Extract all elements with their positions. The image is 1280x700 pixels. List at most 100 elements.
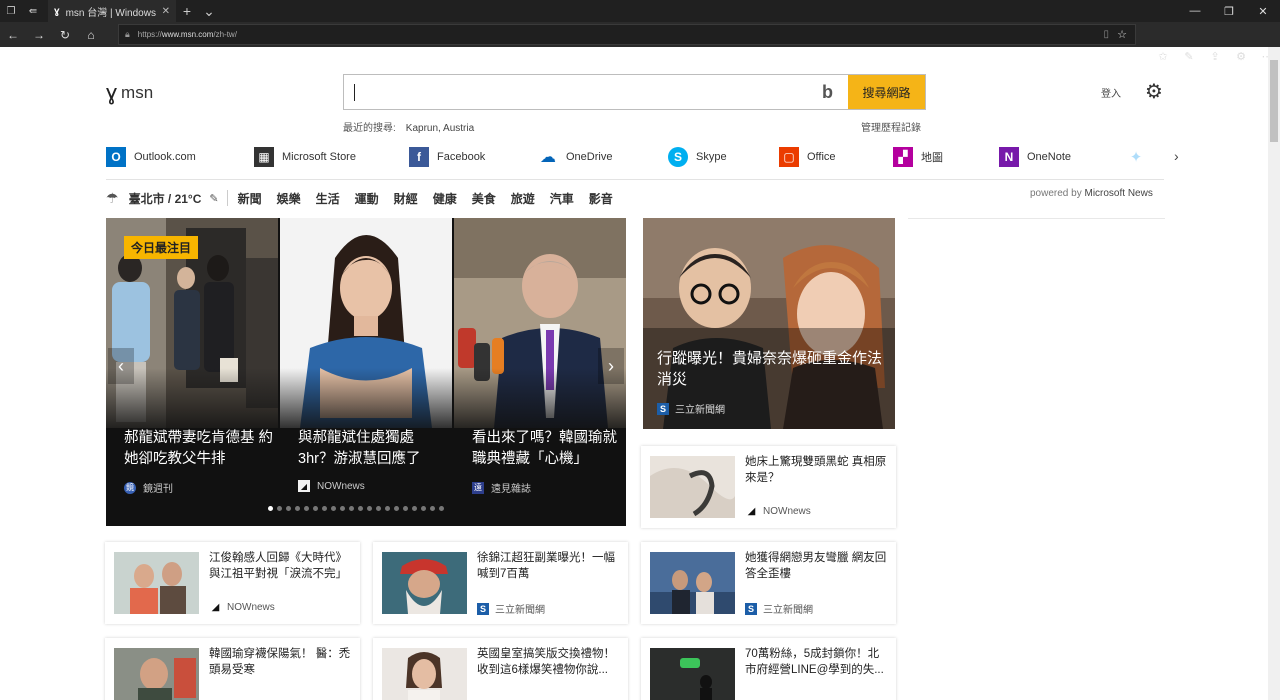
facebook-icon: f [409,147,429,167]
nav-money[interactable]: 財經 [394,190,418,207]
forward-button[interactable]: → [26,22,52,47]
carousel-dot[interactable] [286,506,291,511]
notes-pen-icon[interactable]: ✎ [1176,44,1202,69]
nav-lifestyle[interactable]: 生活 [316,190,340,207]
close-tab-icon[interactable]: ✕ [162,6,170,17]
carousel-dot[interactable] [268,506,273,511]
carousel-dot[interactable] [349,506,354,511]
news-card-title[interactable]: 韓國瑜穿襪保陽氣！ 醫：禿頭易受寒 [209,646,354,678]
carousel-dot[interactable] [295,506,300,511]
nav-sports[interactable]: 運動 [355,190,379,207]
msn-logo[interactable]: ɣ msn [106,82,153,104]
hero-headline[interactable]: 郝龍斌帶妻吃肯德基 約她卻吃教父牛排 [124,428,274,470]
hero-slide[interactable]: 與郝龍斌住處獨處3hr？游淑慧回應了 ◢ NOWnews [280,218,452,526]
quick-link-maps[interactable]: ▞ 地圖 [893,146,943,168]
quick-link-office[interactable]: ▢ Office [779,146,836,168]
signin-link[interactable]: 登入 [1101,85,1121,100]
quick-link-twitter[interactable]: ✦ [1126,146,1154,168]
nav-entertainment[interactable]: 娛樂 [277,190,301,207]
carousel-dot[interactable] [358,506,363,511]
carousel-dot[interactable] [277,506,282,511]
carousel-dot[interactable] [304,506,309,511]
home-button[interactable]: ⌂ [78,22,104,47]
carousel-dot[interactable] [412,506,417,511]
weather-location[interactable]: 臺北市 / 21°C [129,190,202,207]
news-card[interactable]: 她床上驚現雙頭黑蛇 真相原來是？ ◢ NOWnews [641,446,896,528]
quick-link-onedrive[interactable]: ☁ OneDrive [538,146,612,168]
quick-link-facebook[interactable]: f Facebook [409,146,485,168]
news-card[interactable]: 她獲得網戀男友彎臘 網友回答全歪樓 S 三立新聞網 [641,542,896,624]
nownews-icon: ◢ [747,505,756,517]
carousel-dot[interactable] [385,506,390,511]
back-button[interactable]: ← [0,22,26,47]
recent-query-link[interactable]: Kaprun, Austria [406,123,474,134]
search-box[interactable]: b 搜尋網路 [343,74,926,110]
manage-history-link[interactable]: 管理歷程記錄 [861,119,921,134]
news-card[interactable]: 徐錦江超狂副業曝光！一幅喊到7百萬 S 三立新聞網 [373,542,628,624]
news-card[interactable]: 70萬粉絲，5成封鎖你！北市府經營LINE@學到的失... [641,638,896,700]
news-card-title[interactable]: 她獲得網戀男友彎臘 網友回答全歪樓 [745,550,890,582]
nav-video[interactable]: 影音 [589,190,613,207]
tab-title: msn 台灣 | Windows 10 [65,7,156,19]
favorite-star-icon[interactable]: ☆ [1117,28,1127,41]
carousel-dot[interactable] [403,506,408,511]
carousel-dot[interactable] [322,506,327,511]
extensions-icon[interactable]: ⚙ [1228,44,1254,69]
news-card-title[interactable]: 英國皇室搞笑版交換禮物！收到這6樣爆笑禮物你說... [477,646,622,678]
quick-link-store[interactable]: ▦ Microsoft Store [254,146,356,168]
nav-health[interactable]: 健康 [433,190,457,207]
browser-tab[interactable]: ɣ msn 台灣 | Windows 10 ✕ [48,0,176,22]
carousel-dot[interactable] [394,506,399,511]
share-icon[interactable]: ⇪ [1202,44,1228,69]
quick-link-skype[interactable]: S Skype [668,146,727,168]
tab-preview-icon[interactable]: ⌄ [198,0,220,22]
minimize-button[interactable]: — [1178,0,1212,22]
news-card-title[interactable]: 江俊翰感人回歸《大時代》 與江祖平對視「淚流不完」 [209,550,354,582]
feature-headline[interactable]: 行蹤曝光！貴婦奈奈爆砸重金作法消災 [657,348,887,390]
nav-food[interactable]: 美食 [472,190,496,207]
carousel-dot[interactable] [421,506,426,511]
nav-travel[interactable]: 旅遊 [511,190,535,207]
news-card[interactable]: 韓國瑜穿襪保陽氣！ 醫：禿頭易受寒 [105,638,360,700]
news-card[interactable]: 江俊翰感人回歸《大時代》 與江祖平對視「淚流不完」 ◢ NOWnews [105,542,360,624]
reading-view-icon[interactable]: ▯ [1103,29,1109,40]
feature-card[interactable]: 行蹤曝光！貴婦奈奈爆砸重金作法消災 S 三立新聞網 [643,218,895,429]
refresh-button[interactable]: ↻ [52,22,78,47]
quick-link-onenote[interactable]: N OneNote [999,146,1071,168]
scrollbar-thumb[interactable] [1270,60,1278,142]
onenote-icon: N [999,147,1019,167]
carousel-dot[interactable] [313,506,318,511]
global-views-icon: 遠 [472,481,484,494]
carousel-dot[interactable] [367,506,372,511]
nav-autos[interactable]: 汽車 [550,190,574,207]
quick-links-next-chevron-icon[interactable]: › [1174,148,1179,164]
hero-headline[interactable]: 看出來了嗎？韓國瑜就職典禮藏「心機」 [472,428,622,470]
web-search-button[interactable]: 搜尋網路 [848,75,925,109]
settings-gear-icon[interactable]: ⚙ [1145,79,1163,104]
carousel-dot[interactable] [439,506,444,511]
carousel-dot[interactable] [430,506,435,511]
nav-news[interactable]: 新聞 [238,190,262,207]
carousel-next-arrow-icon[interactable]: › [598,348,624,384]
page-scrollbar[interactable] [1268,47,1280,700]
news-card-title[interactable]: 徐錦江超狂副業曝光！一幅喊到7百萬 [477,550,622,582]
carousel-dot[interactable] [331,506,336,511]
new-tab-button[interactable]: + [176,0,198,22]
restore-button[interactable]: ❐ [1212,0,1246,22]
news-card-title[interactable]: 她床上驚現雙頭黑蛇 真相原來是？ [745,454,890,486]
news-card-title[interactable]: 70萬粉絲，5成封鎖你！北市府經營LINE@學到的失... [745,646,890,678]
nownews-icon: ◢ [211,601,220,613]
carousel-dot[interactable] [376,506,381,511]
edit-location-icon[interactable]: ✎ [209,192,218,205]
tab-actions-icon[interactable]: ❐ [0,0,22,22]
feature-image [643,218,895,429]
news-card[interactable]: 英國皇室搞笑版交換禮物！收到這6樣爆笑禮物你說... [373,638,628,700]
address-bar[interactable]: 🔒︎ https://www.msn.com/zh-tw/ ▯ ☆ [118,24,1136,45]
carousel-dot[interactable] [340,506,345,511]
quick-link-outlook[interactable]: O Outlook.com [106,146,196,168]
close-window-button[interactable]: ✕ [1246,0,1280,22]
hero-headline[interactable]: 與郝龍斌住處獨處3hr？游淑慧回應了 [298,428,448,470]
set-aside-tabs-icon[interactable]: ⇚ [22,0,44,22]
carousel-prev-arrow-icon[interactable]: ‹ [108,348,134,384]
favorites-hub-icon[interactable]: ✩ [1150,44,1176,69]
